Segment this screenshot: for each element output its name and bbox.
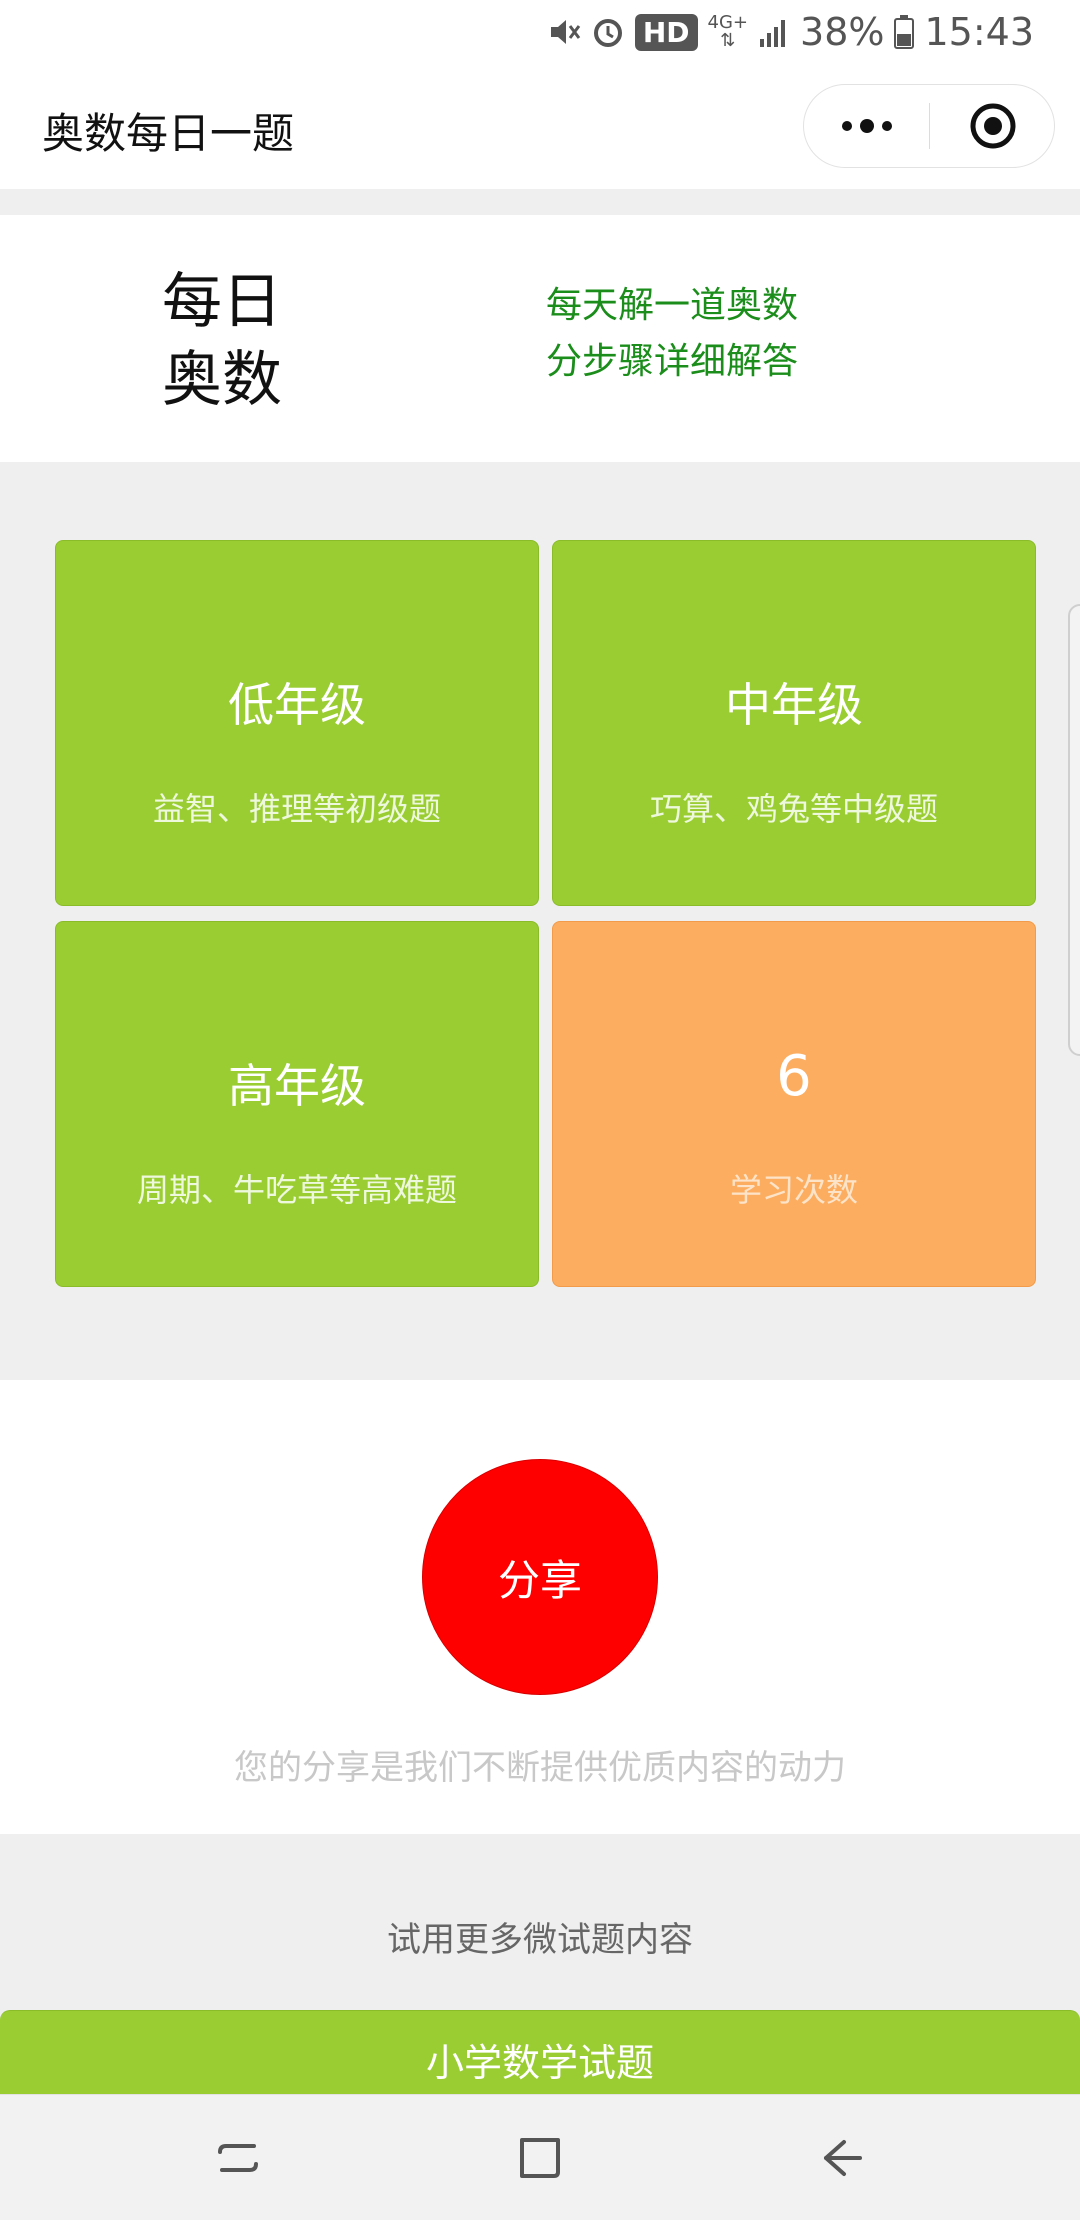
tile-low-grade[interactable]: 低年级 益智、推理等初级题 [55, 540, 539, 906]
brand-line-1: 每日 [162, 267, 282, 337]
home-icon[interactable] [490, 2123, 590, 2193]
share-button[interactable]: 分享 [422, 1459, 658, 1695]
tile-title: 高年级 [228, 1059, 366, 1113]
slogan-line-2: 分步骤详细解答 [546, 341, 799, 382]
system-nav-bar [0, 2094, 1080, 2220]
slogan-line-1: 每天解一道奥数 [546, 285, 799, 326]
tile-study-count[interactable]: 6 学习次数 [552, 921, 1036, 1287]
recent-apps-icon[interactable] [188, 2123, 288, 2193]
page-title: 奥数每日一题 [42, 109, 295, 158]
tile-subtitle: 周期、牛吃草等高难题 [136, 1171, 457, 1209]
title-bar: 奥数每日一题 [0, 64, 1080, 189]
tile-middle-grade[interactable]: 中年级 巧算、鸡兔等中级题 [552, 540, 1036, 906]
tile-high-grade[interactable]: 高年级 周期、牛吃草等高难题 [55, 921, 539, 1287]
more-dots-icon[interactable] [804, 85, 929, 167]
study-count-label: 学习次数 [729, 1171, 858, 1209]
study-count-value: 6 [776, 1044, 812, 1109]
hero-banner: 每日 奥数 每天解一道奥数 分步骤详细解答 [0, 215, 1080, 462]
brand-logo-text: 每日 奥数 [162, 263, 282, 419]
slogan: 每天解一道奥数 分步骤详细解答 [546, 278, 798, 390]
target-icon[interactable] [930, 85, 1055, 167]
tile-title: 低年级 [228, 678, 366, 732]
hd-badge: HD [634, 13, 698, 51]
more-content-heading: 试用更多微试题内容 [387, 1920, 693, 1960]
battery-percent: 38% [800, 10, 885, 54]
mute-icon [547, 15, 581, 49]
side-scroll-handle[interactable] [1068, 604, 1080, 1056]
back-icon[interactable] [792, 2123, 892, 2193]
brand-line-2: 奥数 [162, 345, 282, 415]
share-section: 分享 您的分享是我们不断提供优质内容的动力 [0, 1380, 1080, 1834]
alarm-icon [591, 15, 625, 49]
menu-capsule [803, 84, 1055, 168]
network-label: 4G+ [707, 12, 749, 33]
share-note: 您的分享是我们不断提供优质内容的动力 [234, 1748, 846, 1788]
tile-subtitle: 益智、推理等初级题 [152, 790, 441, 828]
clock-time: 15:43 [924, 10, 1034, 54]
battery-icon [894, 15, 915, 49]
tile-title: 中年级 [725, 678, 863, 732]
tile-subtitle: 巧算、鸡兔等中级题 [649, 790, 938, 828]
network-indicator: 4G+ ⇅ [707, 12, 749, 51]
signal-icon [758, 17, 790, 47]
status-bar: HD 4G+ ⇅ 38% 15:43 [0, 0, 1080, 64]
